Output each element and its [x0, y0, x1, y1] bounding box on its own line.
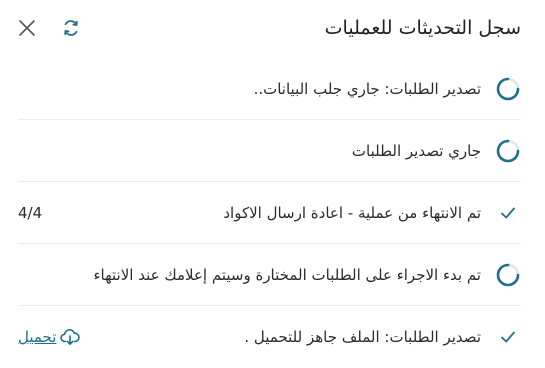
close-icon	[19, 20, 35, 36]
item-text: تصدير الطلبات: الملف جاهز للتحميل .	[244, 328, 481, 346]
panel-title: سجل التحديثات للعمليات	[324, 17, 521, 39]
list-item: تم بدء الاجراء على الطلبات المختارة وسيت…	[18, 244, 521, 306]
close-button[interactable]	[14, 15, 40, 41]
spinner-icon	[496, 263, 520, 286]
download-link[interactable]: تحميل	[18, 328, 81, 346]
updates-list: تصدير الطلبات: جاري جلب البيانات.. جاري …	[18, 58, 521, 368]
process-updates-panel: سجل التحديثات للعمليات تصدير الطلبات: جا…	[0, 0, 545, 356]
cloud-download-icon	[60, 329, 81, 345]
status-indicator	[495, 262, 521, 288]
item-text: تم الانتهاء من عملية - اعادة ارسال الاكو…	[223, 203, 481, 222]
item-aside: تحميل	[18, 306, 81, 368]
list-item: جاري تصدير الطلبات	[18, 120, 521, 182]
list-item: تصدير الطلبات: جاري جلب البيانات..	[18, 58, 521, 120]
spinner-icon	[496, 77, 520, 100]
panel-header: سجل التحديثات للعمليات	[0, 0, 545, 56]
list-item: تم الانتهاء من عملية - اعادة ارسال الاكو…	[18, 182, 521, 244]
status-indicator	[495, 138, 521, 164]
item-aside: 4/4	[18, 182, 42, 243]
list-item: تصدير الطلبات: الملف جاهز للتحميل . تحمي…	[18, 306, 521, 368]
status-indicator	[495, 324, 521, 350]
refresh-button[interactable]	[58, 15, 84, 41]
item-progress: 4/4	[18, 203, 43, 222]
check-icon	[501, 331, 515, 343]
header-actions	[14, 15, 84, 41]
item-text: جاري تصدير الطلبات	[351, 141, 481, 160]
status-indicator	[495, 200, 521, 226]
status-indicator	[495, 76, 521, 102]
item-text: تصدير الطلبات: جاري جلب البيانات..	[253, 79, 481, 98]
check-icon	[501, 207, 515, 218]
item-text: تم بدء الاجراء على الطلبات المختارة وسيت…	[93, 265, 481, 284]
download-link-label: تحميل	[18, 328, 57, 346]
refresh-icon	[64, 20, 78, 36]
spinner-icon	[496, 139, 520, 162]
